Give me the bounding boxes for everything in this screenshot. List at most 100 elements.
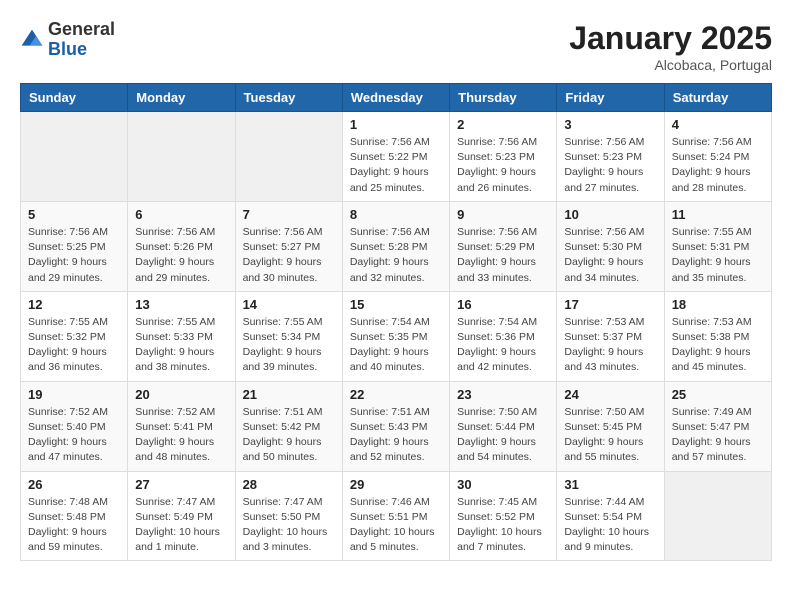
day-number: 21 <box>243 387 335 402</box>
logo-blue: Blue <box>48 39 87 59</box>
calendar-cell: 17Sunrise: 7:53 AM Sunset: 5:37 PM Dayli… <box>557 291 664 381</box>
calendar-cell: 26Sunrise: 7:48 AM Sunset: 5:48 PM Dayli… <box>21 471 128 561</box>
day-number: 8 <box>350 207 442 222</box>
day-number: 26 <box>28 477 120 492</box>
day-number: 13 <box>135 297 227 312</box>
logo: General Blue <box>20 20 115 60</box>
calendar-cell <box>664 471 771 561</box>
calendar-cell: 1Sunrise: 7:56 AM Sunset: 5:22 PM Daylig… <box>342 112 449 202</box>
week-row-3: 12 Sunrise: 7:55 AM Sunset: 5:32 PM Dayli… <box>21 291 772 381</box>
calendar-cell: 27 Sunrise: 7:47 AM Sunset: 5:49 PM Dayli… <box>128 471 235 561</box>
day-detail: Sunrise: 7:54 AM Sunset: 5:36 PM Dayligh… <box>457 315 549 376</box>
title-block: January 2025 Alcobaca, Portugal <box>569 20 772 73</box>
calendar-cell: 2 Sunrise: 7:56 AM Sunset: 5:23 PM Daylig… <box>450 112 557 202</box>
calendar: SundayMondayTuesdayWednesdayThursdayFrid… <box>20 83 772 561</box>
day-number: 24 <box>564 387 656 402</box>
day-detail: Sunrise: 7:46 AM Sunset: 5:51 PM Dayligh… <box>350 495 442 556</box>
calendar-cell: 8Sunrise: 7:56 AM Sunset: 5:28 PM Daylig… <box>342 201 449 291</box>
calendar-cell: 7 Sunrise: 7:56 AM Sunset: 5:27 PM Daylig… <box>235 201 342 291</box>
day-number: 3 <box>564 117 656 132</box>
day-number: 27 <box>135 477 227 492</box>
day-detail: Sunrise: 7:56 AM Sunset: 5:30 PM Dayligh… <box>564 225 656 286</box>
page-header: General Blue January 2025 Alcobaca, Port… <box>20 20 772 73</box>
day-number: 4 <box>672 117 764 132</box>
calendar-cell: 29 Sunrise: 7:46 AM Sunset: 5:51 PM Dayli… <box>342 471 449 561</box>
day-detail: Sunrise: 7:50 AM Sunset: 5:44 PM Dayligh… <box>457 405 549 466</box>
day-number: 15 <box>350 297 442 312</box>
weekday-header-wednesday: Wednesday <box>342 84 449 112</box>
day-number: 18 <box>672 297 764 312</box>
calendar-cell: 30 Sunrise: 7:45 AM Sunset: 5:52 PM Dayli… <box>450 471 557 561</box>
day-number: 23 <box>457 387 549 402</box>
calendar-cell: 14 Sunrise: 7:55 AM Sunset: 5:34 PM Dayli… <box>235 291 342 381</box>
day-detail: Sunrise: 7:56 AM Sunset: 5:26 PM Dayligh… <box>135 225 227 286</box>
calendar-cell: 31 Sunrise: 7:44 AM Sunset: 5:54 PM Dayli… <box>557 471 664 561</box>
calendar-cell: 25 Sunrise: 7:49 AM Sunset: 5:47 PM Dayli… <box>664 381 771 471</box>
weekday-header-saturday: Saturday <box>664 84 771 112</box>
week-row-4: 19 Sunrise: 7:52 AM Sunset: 5:40 PM Dayli… <box>21 381 772 471</box>
day-detail: Sunrise: 7:49 AM Sunset: 5:47 PM Dayligh… <box>672 405 764 466</box>
month-title: January 2025 <box>569 20 772 57</box>
day-detail: Sunrise: 7:55 AM Sunset: 5:34 PM Dayligh… <box>243 315 335 376</box>
logo-text: General Blue <box>48 20 115 60</box>
day-number: 22 <box>350 387 442 402</box>
day-number: 5 <box>28 207 120 222</box>
day-detail: Sunrise: 7:55 AM Sunset: 5:32 PM Dayligh… <box>28 315 120 376</box>
day-detail: Sunrise: 7:45 AM Sunset: 5:52 PM Dayligh… <box>457 495 549 556</box>
calendar-cell <box>128 112 235 202</box>
calendar-cell: 15 Sunrise: 7:54 AM Sunset: 5:35 PM Dayli… <box>342 291 449 381</box>
calendar-cell: 18 Sunrise: 7:53 AM Sunset: 5:38 PM Dayli… <box>664 291 771 381</box>
weekday-header-row: SundayMondayTuesdayWednesdayThursdayFrid… <box>21 84 772 112</box>
day-detail: Sunrise: 7:53 AM Sunset: 5:38 PM Dayligh… <box>672 315 764 376</box>
day-detail: Sunrise: 7:56 AM Sunset: 5:27 PM Dayligh… <box>243 225 335 286</box>
calendar-cell: 19 Sunrise: 7:52 AM Sunset: 5:40 PM Dayli… <box>21 381 128 471</box>
day-detail: Sunrise: 7:56 AM Sunset: 5:23 PM Dayligh… <box>564 135 656 196</box>
day-detail: Sunrise: 7:56 AM Sunset: 5:24 PM Dayligh… <box>672 135 764 196</box>
week-row-2: 5Sunrise: 7:56 AM Sunset: 5:25 PM Daylig… <box>21 201 772 291</box>
day-number: 30 <box>457 477 549 492</box>
week-row-1: 1Sunrise: 7:56 AM Sunset: 5:22 PM Daylig… <box>21 112 772 202</box>
calendar-cell: 10 Sunrise: 7:56 AM Sunset: 5:30 PM Dayli… <box>557 201 664 291</box>
day-detail: Sunrise: 7:44 AM Sunset: 5:54 PM Dayligh… <box>564 495 656 556</box>
calendar-cell: 6 Sunrise: 7:56 AM Sunset: 5:26 PM Daylig… <box>128 201 235 291</box>
day-number: 16 <box>457 297 549 312</box>
calendar-cell: 4 Sunrise: 7:56 AM Sunset: 5:24 PM Daylig… <box>664 112 771 202</box>
calendar-cell: 13Sunrise: 7:55 AM Sunset: 5:33 PM Dayli… <box>128 291 235 381</box>
day-detail: Sunrise: 7:56 AM Sunset: 5:29 PM Dayligh… <box>457 225 549 286</box>
day-number: 6 <box>135 207 227 222</box>
day-detail: Sunrise: 7:47 AM Sunset: 5:49 PM Dayligh… <box>135 495 227 556</box>
calendar-cell: 5Sunrise: 7:56 AM Sunset: 5:25 PM Daylig… <box>21 201 128 291</box>
day-number: 20 <box>135 387 227 402</box>
calendar-cell: 24Sunrise: 7:50 AM Sunset: 5:45 PM Dayli… <box>557 381 664 471</box>
weekday-header-monday: Monday <box>128 84 235 112</box>
day-number: 19 <box>28 387 120 402</box>
day-number: 31 <box>564 477 656 492</box>
day-detail: Sunrise: 7:56 AM Sunset: 5:23 PM Dayligh… <box>457 135 549 196</box>
day-number: 2 <box>457 117 549 132</box>
day-detail: Sunrise: 7:53 AM Sunset: 5:37 PM Dayligh… <box>564 315 656 376</box>
day-number: 28 <box>243 477 335 492</box>
day-detail: Sunrise: 7:55 AM Sunset: 5:31 PM Dayligh… <box>672 225 764 286</box>
calendar-cell: 16 Sunrise: 7:54 AM Sunset: 5:36 PM Dayli… <box>450 291 557 381</box>
weekday-header-friday: Friday <box>557 84 664 112</box>
day-number: 29 <box>350 477 442 492</box>
week-row-5: 26Sunrise: 7:48 AM Sunset: 5:48 PM Dayli… <box>21 471 772 561</box>
calendar-cell: 3 Sunrise: 7:56 AM Sunset: 5:23 PM Daylig… <box>557 112 664 202</box>
day-number: 25 <box>672 387 764 402</box>
day-detail: Sunrise: 7:54 AM Sunset: 5:35 PM Dayligh… <box>350 315 442 376</box>
day-number: 10 <box>564 207 656 222</box>
day-detail: Sunrise: 7:52 AM Sunset: 5:40 PM Dayligh… <box>28 405 120 466</box>
logo-icon <box>20 28 44 52</box>
calendar-cell: 28Sunrise: 7:47 AM Sunset: 5:50 PM Dayli… <box>235 471 342 561</box>
weekday-header-sunday: Sunday <box>21 84 128 112</box>
weekday-header-thursday: Thursday <box>450 84 557 112</box>
calendar-cell <box>235 112 342 202</box>
calendar-cell: 12 Sunrise: 7:55 AM Sunset: 5:32 PM Dayli… <box>21 291 128 381</box>
day-number: 7 <box>243 207 335 222</box>
day-number: 9 <box>457 207 549 222</box>
day-detail: Sunrise: 7:51 AM Sunset: 5:42 PM Dayligh… <box>243 405 335 466</box>
calendar-cell <box>21 112 128 202</box>
calendar-cell: 21 Sunrise: 7:51 AM Sunset: 5:42 PM Dayli… <box>235 381 342 471</box>
day-number: 14 <box>243 297 335 312</box>
day-number: 12 <box>28 297 120 312</box>
